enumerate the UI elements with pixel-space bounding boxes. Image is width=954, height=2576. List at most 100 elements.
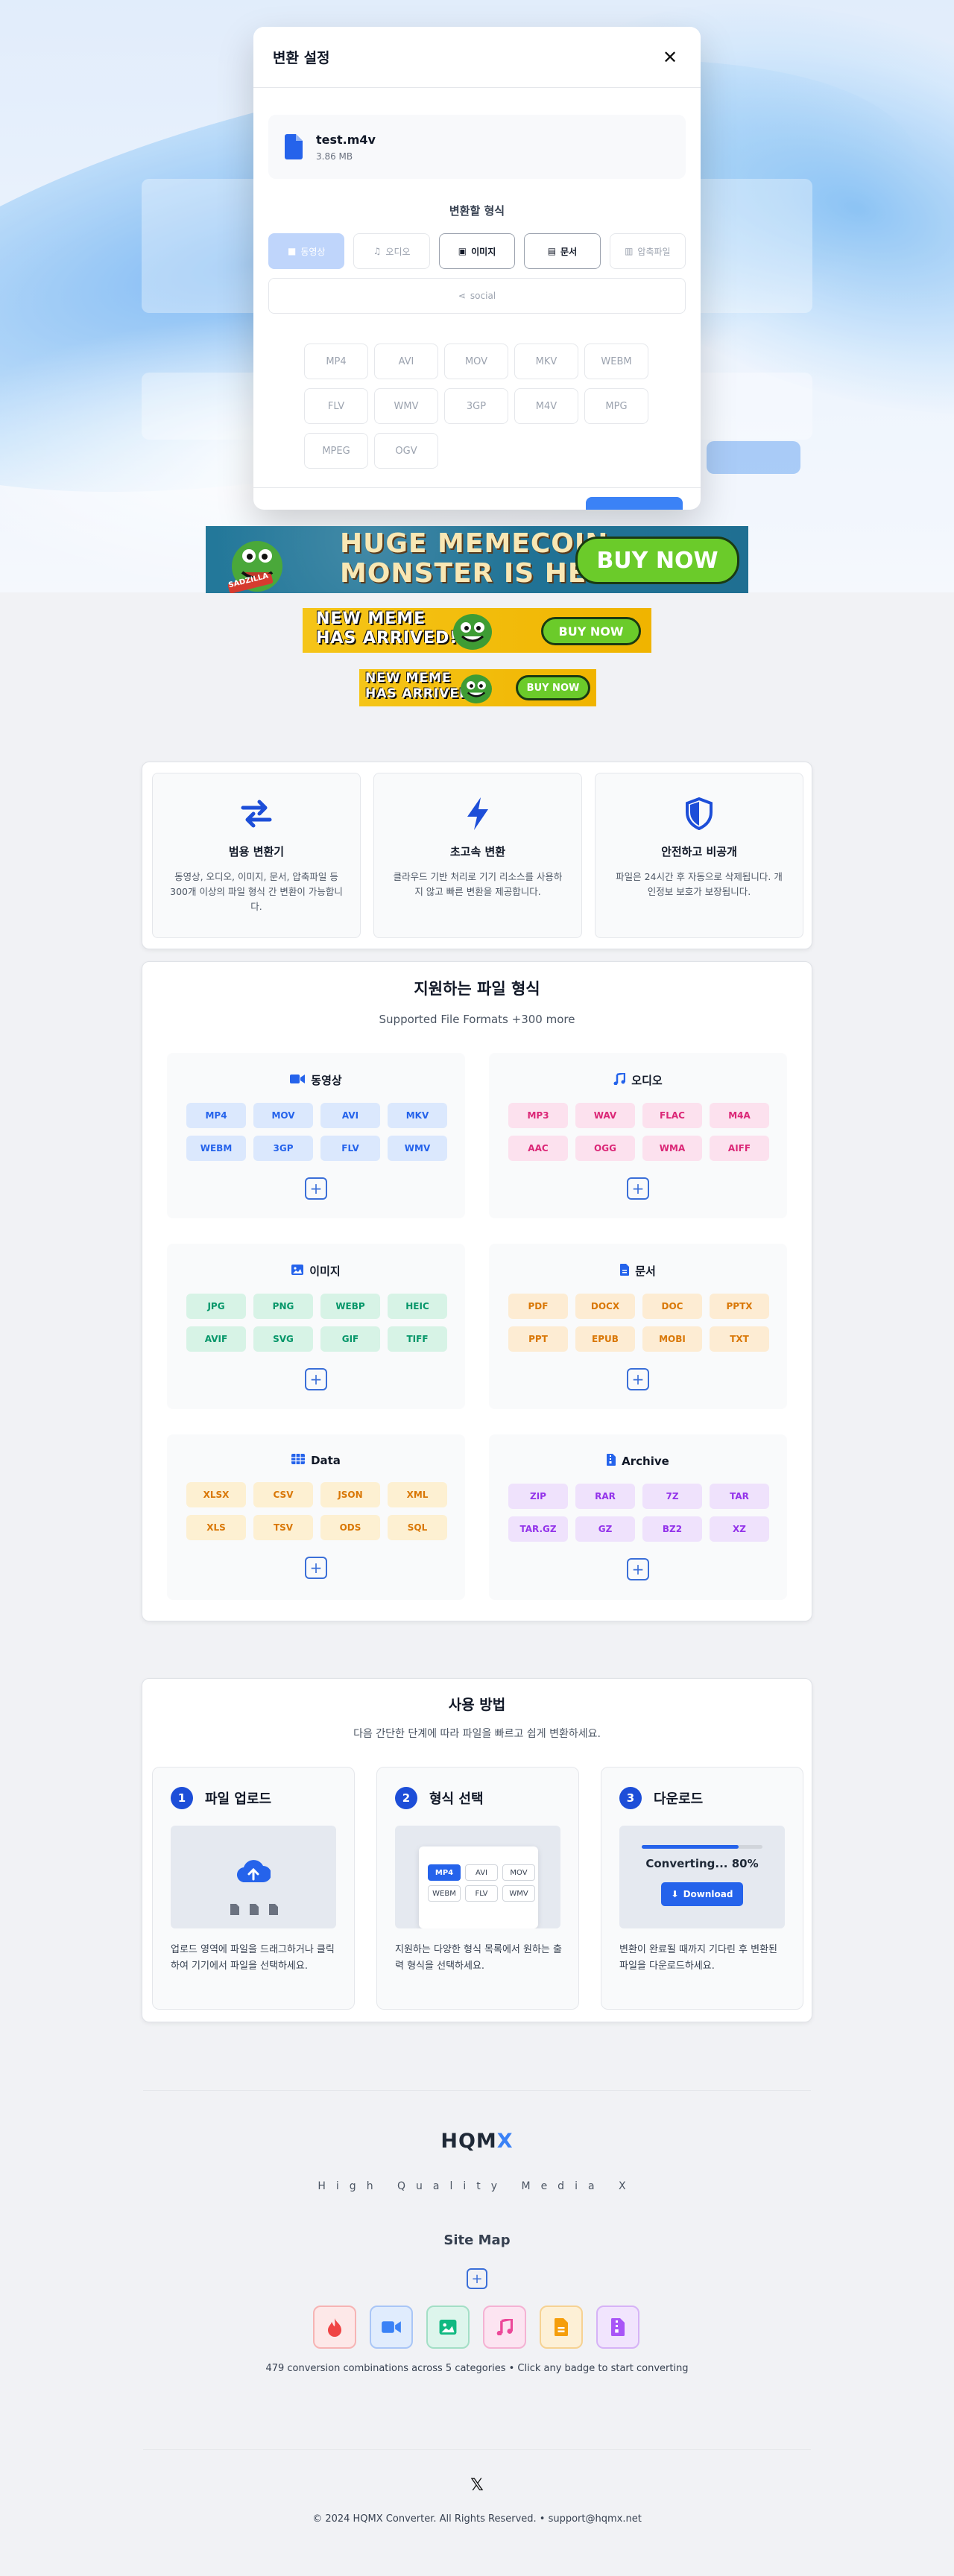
archive-icon[interactable] [596, 2306, 639, 2349]
format-badge[interactable]: TAR [710, 1484, 769, 1509]
format-badge[interactable]: AIFF [710, 1136, 769, 1161]
format-badge[interactable]: SQL [388, 1515, 447, 1540]
format-option[interactable]: WEBM [584, 344, 648, 379]
video-icon[interactable] [370, 2306, 413, 2349]
monster-mascot [459, 672, 493, 706]
format-badge[interactable]: ODS [320, 1515, 380, 1540]
format-badge[interactable]: DOCX [575, 1294, 635, 1319]
format-badge[interactable]: XZ [710, 1516, 769, 1542]
x-logo-icon[interactable]: 𝕏 [468, 2477, 486, 2495]
ad-buy-button[interactable]: BUY NOW [516, 675, 590, 700]
group-title: Data [311, 1454, 341, 1467]
format-badge[interactable]: CSV [253, 1482, 313, 1507]
format-badge[interactable]: M4A [710, 1103, 769, 1128]
format-badge[interactable]: AVIF [186, 1326, 246, 1352]
format-option[interactable]: MP4 [304, 344, 368, 379]
format-badge[interactable]: HEIC [388, 1294, 447, 1319]
format-badge[interactable]: PPTX [710, 1294, 769, 1319]
tab-image[interactable]: ▣ 이미지 [438, 233, 516, 269]
format-badge[interactable]: TAR.GZ [508, 1516, 568, 1542]
archive-icon [607, 1454, 616, 1469]
image-icon[interactable] [426, 2306, 470, 2349]
ad-buy-button[interactable]: BUY NOW [575, 537, 739, 584]
ad-banner-medium[interactable]: NEW MEME HAS ARRIVED! BUY NOW [303, 608, 651, 653]
format-badge[interactable]: EPUB [575, 1326, 635, 1352]
format-badge[interactable]: ZIP [508, 1484, 568, 1509]
sitemap-title: Site Map [443, 2232, 511, 2248]
format-badge[interactable]: PNG [253, 1294, 313, 1319]
step-desc: 변환이 완료될 때까지 기다린 후 변환된 파일을 다운로드하세요. [619, 1944, 778, 1972]
format-badge[interactable]: WEBM [186, 1136, 246, 1161]
format-badge[interactable]: PPT [508, 1326, 568, 1352]
tab-video[interactable]: ■ 동영상 [268, 233, 345, 269]
expand-plus-icon[interactable]: + [627, 1177, 649, 1200]
format-badge[interactable]: RAR [575, 1484, 635, 1509]
format-badge[interactable]: TXT [710, 1326, 769, 1352]
close-icon[interactable]: ✕ [660, 47, 680, 68]
tab-document[interactable]: ▤ 문서 [524, 233, 601, 269]
ad-banner-small[interactable]: NEW MEME HAS ARRIVED! BUY NOW [359, 669, 596, 706]
format-option[interactable]: MKV [514, 344, 578, 379]
tab-archive[interactable]: ▥ 압축파일 [609, 233, 686, 269]
format-badge[interactable]: TSV [253, 1515, 313, 1540]
footer-logo[interactable]: HQMX [0, 2130, 954, 2153]
format-badge[interactable]: XML [388, 1482, 447, 1507]
format-badge[interactable]: GZ [575, 1516, 635, 1542]
format-badge[interactable]: MP3 [508, 1103, 568, 1128]
feature-desc: 클라우드 기반 처리로 기기 리소스를 사용하지 않고 빠른 변환을 제공합니다… [393, 871, 563, 897]
expand-plus-icon[interactable]: + [305, 1368, 327, 1390]
format-badge[interactable]: JSON [320, 1482, 380, 1507]
features-card: 범용 변환기 동영상, 오디오, 이미지, 문서, 압축파일 등 300개 이상… [142, 762, 812, 949]
format-badge[interactable]: WAV [575, 1103, 635, 1128]
format-badge[interactable]: FLV [320, 1136, 380, 1161]
format-option[interactable]: MOV [444, 344, 508, 379]
format-badge[interactable]: AVI [320, 1103, 380, 1128]
document-icon[interactable] [540, 2306, 583, 2349]
feature-title: 초고속 변환 [449, 845, 506, 858]
format-badge[interactable]: MKV [388, 1103, 447, 1128]
format-badge[interactable]: FLAC [642, 1103, 702, 1128]
format-option[interactable]: AVI [374, 344, 438, 379]
format-option[interactable]: FLV [304, 388, 368, 424]
format-badge[interactable]: WMV [388, 1136, 447, 1161]
sitemap-expand-plus-icon[interactable]: + [467, 2268, 487, 2289]
format-badge[interactable]: 7Z [642, 1484, 702, 1509]
format-badge[interactable]: WMA [642, 1136, 702, 1161]
format-badge[interactable]: TIFF [388, 1326, 447, 1352]
format-badge[interactable]: DOC [642, 1294, 702, 1319]
format-badge[interactable]: XLSX [186, 1482, 246, 1507]
format-badge[interactable]: MOBI [642, 1326, 702, 1352]
tab-social[interactable]: ⋖ social [268, 278, 686, 314]
format-badge[interactable]: MOV [253, 1103, 313, 1128]
format-badge[interactable]: GIF [320, 1326, 380, 1352]
tab-audio[interactable]: ♫ 오디오 [353, 233, 430, 269]
format-option[interactable]: M4V [514, 388, 578, 424]
expand-plus-icon[interactable]: + [305, 1557, 327, 1579]
expand-plus-icon[interactable]: + [627, 1558, 649, 1580]
ad-buy-button[interactable]: BUY NOW [541, 617, 641, 645]
format-badge[interactable]: XLS [186, 1515, 246, 1540]
ad-banner-large[interactable]: SADZILLA HUGE MEMECOIN MONSTER IS HERE B… [206, 526, 748, 593]
format-option[interactable]: WMV [374, 388, 438, 424]
format-option[interactable]: MPG [584, 388, 648, 424]
music-icon: ♫ [373, 246, 382, 256]
format-option[interactable]: MPEG [304, 433, 368, 469]
badge-list: JPG PNG WEBP HEIC AVIF SVG GIF TIFF [186, 1294, 465, 1352]
format-badge[interactable]: WEBP [320, 1294, 380, 1319]
music-icon[interactable] [483, 2306, 526, 2349]
format-badge[interactable]: OGG [575, 1136, 635, 1161]
format-badge[interactable]: 3GP [253, 1136, 313, 1161]
fire-icon[interactable] [313, 2306, 356, 2349]
format-badge[interactable]: PDF [508, 1294, 568, 1319]
format-badge[interactable]: BZ2 [642, 1516, 702, 1542]
expand-plus-icon[interactable]: + [627, 1368, 649, 1390]
format-badge[interactable]: MP4 [186, 1103, 246, 1128]
convert-button[interactable] [586, 497, 683, 510]
download-button[interactable]: ⬇ Download [661, 1882, 743, 1906]
format-option[interactable]: OGV [374, 433, 438, 469]
expand-plus-icon[interactable]: + [305, 1177, 327, 1200]
format-badge[interactable]: SVG [253, 1326, 313, 1352]
format-badge[interactable]: JPG [186, 1294, 246, 1319]
format-badge[interactable]: AAC [508, 1136, 568, 1161]
format-option[interactable]: 3GP [444, 388, 508, 424]
